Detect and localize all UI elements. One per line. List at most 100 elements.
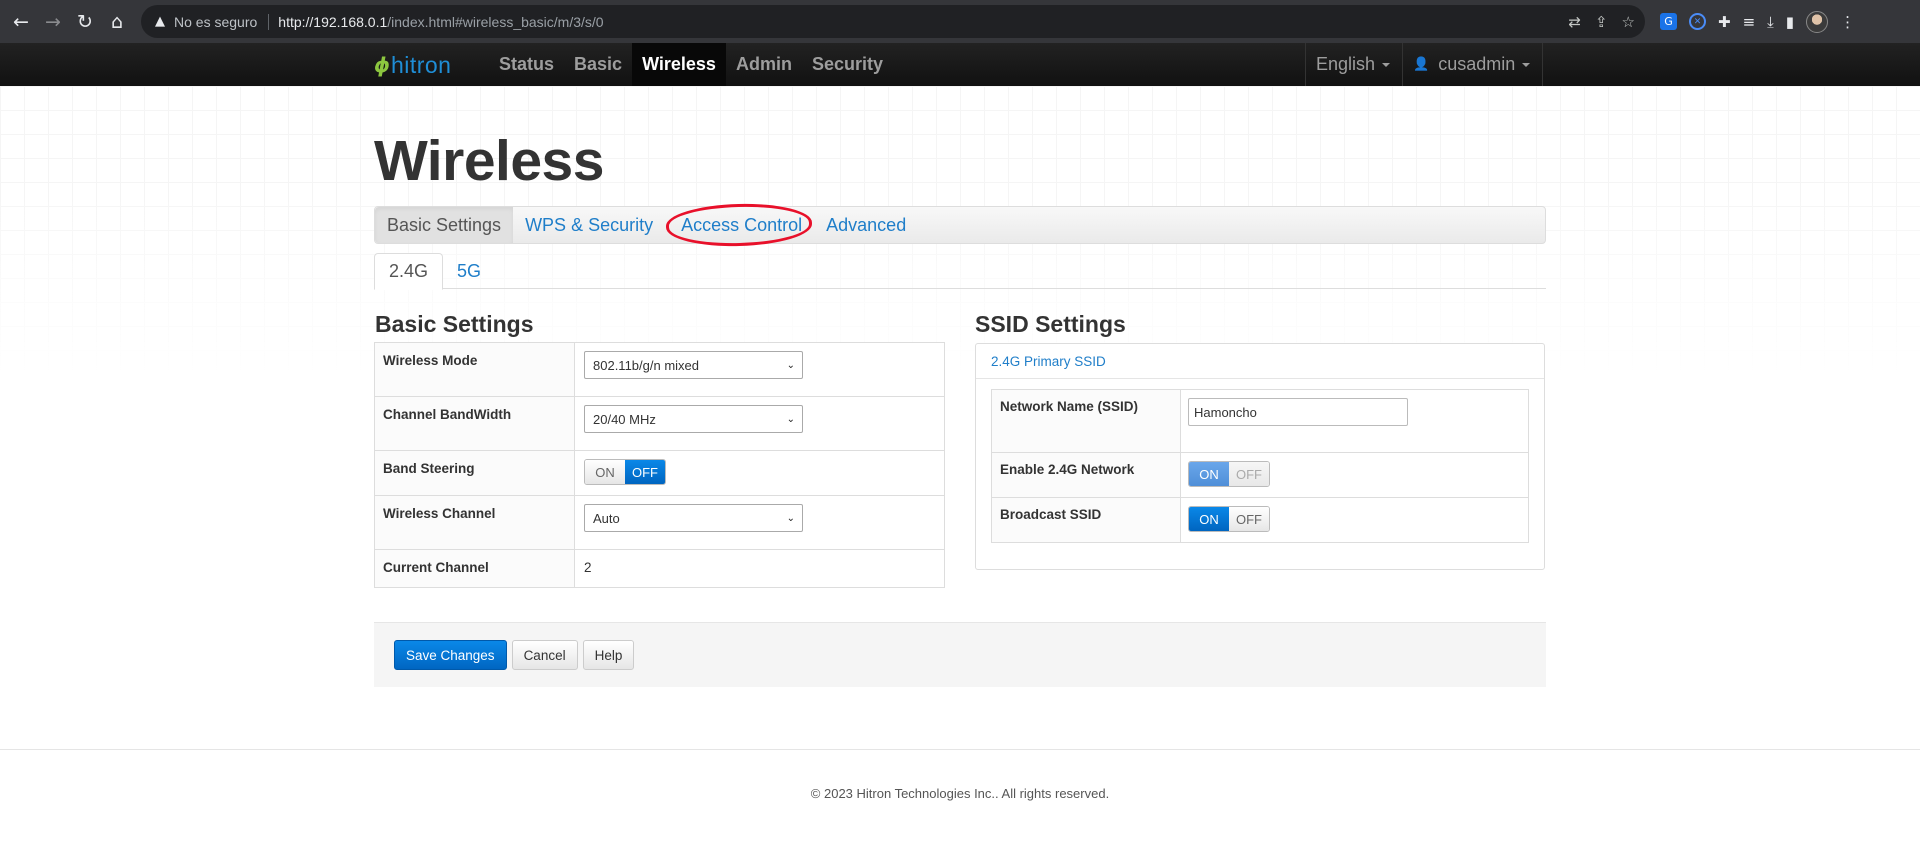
media-queue-icon[interactable]: ≡ — [1743, 13, 1756, 31]
security-label[interactable]: No es seguro — [174, 14, 257, 30]
hitron-logo[interactable]: ϕ hitron — [374, 52, 451, 78]
tab-basic-settings[interactable]: Basic Settings — [375, 207, 514, 243]
band-steering-on-button[interactable]: ON — [585, 460, 625, 484]
browser-menu-icon[interactable]: ⋮ — [1840, 13, 1855, 31]
enable-network-label: Enable 2.4G Network — [991, 452, 1181, 498]
footer-divider — [0, 749, 1920, 750]
logo-swirl-icon: ϕ — [374, 53, 390, 77]
action-bar: Save Changes Cancel Help — [374, 622, 1546, 687]
tab-advanced[interactable]: Advanced — [814, 207, 918, 243]
band-steering-cell: ON OFF — [574, 450, 945, 496]
help-button[interactable]: Help — [582, 640, 635, 670]
forward-icon[interactable]: → — [40, 9, 66, 35]
channel-bandwidth-label: Channel BandWidth — [374, 396, 575, 451]
channel-bandwidth-select[interactable]: 20/40 MHz ⌄ — [584, 405, 803, 433]
wireless-channel-cell: Auto ⌄ — [574, 495, 945, 550]
ssid-settings-table: Network Name (SSID) Enable 2.4G Network … — [991, 389, 1529, 543]
footer-copyright: © 2023 Hitron Technologies Inc.. All rig… — [810, 786, 1110, 801]
app-navbar: ϕ hitron Status Basic Wireless Admin Sec… — [0, 43, 1920, 86]
address-bar[interactable]: ▲ No es seguro http://192.168.0.1/index.… — [141, 5, 1645, 38]
broadcast-ssid-label: Broadcast SSID — [991, 497, 1181, 543]
menu-admin[interactable]: Admin — [726, 43, 802, 86]
current-channel-value: 2 — [574, 549, 945, 588]
table-row: Network Name (SSID) — [991, 389, 1529, 453]
basic-settings-title: Basic Settings — [375, 311, 534, 337]
band-steering-toggle[interactable]: ON OFF — [584, 459, 666, 485]
wireless-channel-select[interactable]: Auto ⌄ — [584, 504, 803, 532]
chevron-down-icon: ⌄ — [786, 359, 795, 371]
table-row: Wireless Mode 802.11b/g/n mixed ⌄ — [374, 342, 945, 397]
cancel-button[interactable]: Cancel — [511, 640, 578, 670]
chevron-down-icon: ⌄ — [786, 512, 795, 524]
wireless-channel-label: Wireless Channel — [374, 495, 575, 550]
ssid-panel-heading[interactable]: 2.4G Primary SSID — [976, 344, 1544, 379]
reload-icon[interactable]: ↻ — [72, 9, 98, 35]
table-row: Band Steering ON OFF — [374, 450, 945, 496]
language-dropdown[interactable]: English — [1306, 43, 1404, 86]
chevron-down-icon: ⌄ — [786, 413, 795, 425]
enable-network-cell: ON OFF — [1180, 452, 1529, 498]
current-channel-label: Current Channel — [374, 549, 575, 588]
band-tabs: 2.4G 5G — [374, 253, 1546, 290]
broadcast-ssid-on-button[interactable]: ON — [1189, 507, 1229, 531]
browser-toolbar: ← → ↻ ⌂ ▲ No es seguro http://192.168.0.… — [0, 0, 1920, 43]
network-name-cell — [1180, 389, 1529, 453]
url-path: /index.html#wireless_basic/m/3/s/0 — [387, 13, 604, 30]
enable-network-off-button[interactable]: OFF — [1229, 462, 1269, 486]
back-icon[interactable]: ← — [8, 9, 34, 35]
ssid-settings-title: SSID Settings — [975, 311, 1126, 337]
user-dropdown[interactable]: 👤 cusadmin — [1403, 43, 1544, 86]
table-row: Channel BandWidth 20/40 MHz ⌄ — [374, 396, 945, 451]
wireless-mode-cell: 802.11b/g/n mixed ⌄ — [574, 342, 945, 397]
tab-5g[interactable]: 5G — [443, 253, 495, 289]
enable-network-toggle[interactable]: ON OFF — [1188, 461, 1270, 487]
save-changes-button[interactable]: Save Changes — [394, 640, 507, 670]
network-name-input[interactable] — [1188, 398, 1408, 426]
shield-extension-icon[interactable]: ✕ — [1689, 13, 1706, 30]
table-row: Broadcast SSID ON OFF — [991, 497, 1529, 543]
broadcast-ssid-off-button[interactable]: OFF — [1229, 507, 1269, 531]
section-tabs: Basic Settings WPS & Security Access Con… — [374, 206, 1546, 244]
translate-extension-icon[interactable]: G — [1660, 13, 1677, 30]
channel-bandwidth-value: 20/40 MHz — [593, 411, 656, 427]
table-row: Wireless Channel Auto ⌄ — [374, 495, 945, 550]
caret-down-icon — [1382, 62, 1391, 67]
menu-security[interactable]: Security — [802, 43, 893, 86]
menu-wireless[interactable]: Wireless — [632, 43, 726, 86]
logo-text: hitron — [390, 51, 452, 78]
translate-icon[interactable]: ⇄ — [1568, 13, 1581, 31]
warning-icon[interactable]: ▲ — [155, 14, 165, 29]
table-row: Enable 2.4G Network ON OFF — [991, 452, 1529, 498]
home-icon[interactable]: ⌂ — [104, 9, 130, 35]
tab-2-4g[interactable]: 2.4G — [374, 253, 444, 290]
extensions-area: G ✕ ✚ ≡ ⤓ ▮ ⋮ — [1660, 0, 1855, 43]
band-steering-off-button[interactable]: OFF — [625, 460, 665, 484]
puzzle-extensions-icon[interactable]: ✚ — [1718, 13, 1731, 31]
language-label: English — [1316, 54, 1376, 74]
ssid-panel: 2.4G Primary SSID Network Name (SSID) En… — [975, 343, 1545, 570]
profile-avatar[interactable] — [1806, 10, 1829, 33]
address-divider — [268, 13, 270, 30]
broadcast-ssid-toggle[interactable]: ON OFF — [1188, 506, 1270, 532]
bookmark-star-icon[interactable]: ☆ — [1622, 13, 1635, 31]
basic-settings-table: Wireless Mode 802.11b/g/n mixed ⌄ Channe… — [374, 342, 945, 588]
tab-wps-security[interactable]: WPS & Security — [513, 207, 665, 243]
broadcast-ssid-cell: ON OFF — [1180, 497, 1529, 543]
page-title: Wireless — [374, 129, 604, 193]
enable-network-on-button[interactable]: ON — [1189, 462, 1229, 486]
network-name-label: Network Name (SSID) — [991, 389, 1181, 453]
side-panel-icon[interactable]: ▮ — [1786, 13, 1794, 31]
caret-down-icon — [1522, 62, 1531, 67]
share-icon[interactable]: ⇪ — [1595, 13, 1608, 31]
menu-status[interactable]: Status — [489, 43, 564, 86]
table-row: Current Channel 2 — [374, 549, 945, 588]
tab-access-control[interactable]: Access Control — [669, 207, 814, 243]
wireless-mode-select[interactable]: 802.11b/g/n mixed ⌄ — [584, 351, 803, 379]
wireless-mode-value: 802.11b/g/n mixed — [593, 357, 699, 373]
download-icon[interactable]: ⤓ — [1767, 13, 1774, 31]
band-steering-label: Band Steering — [374, 450, 575, 496]
user-name: cusadmin — [1438, 54, 1516, 74]
url-host: http://192.168.0.1 — [278, 13, 388, 30]
menu-basic[interactable]: Basic — [564, 43, 632, 86]
wireless-channel-value: Auto — [593, 510, 620, 526]
